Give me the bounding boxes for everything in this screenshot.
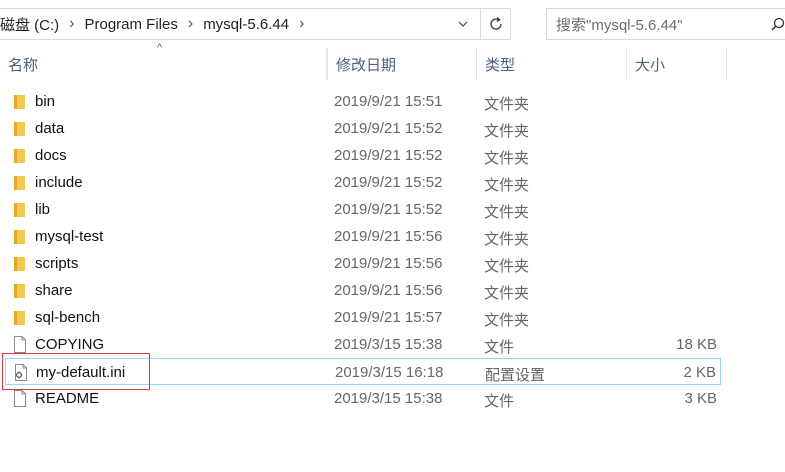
settings-file-icon: [14, 364, 28, 381]
folder-icon: [13, 201, 27, 218]
file-name: README: [35, 390, 100, 407]
file-modified-date: 2019/9/21 15:56: [334, 228, 443, 245]
folder-icon: [13, 255, 27, 272]
folder-icon: [13, 309, 27, 326]
file-row[interactable]: README 2019/3/15 15:38 文件 3 KB: [5, 385, 721, 412]
column-header-type[interactable]: 类型: [477, 48, 627, 80]
file-row[interactable]: include 2019/9/21 15:52 文件夹: [5, 169, 721, 196]
column-header-size[interactable]: 大小: [627, 48, 727, 80]
chevron-right-icon[interactable]: ›: [61, 15, 82, 33]
breadcrumb-program-files[interactable]: Program Files: [83, 16, 180, 33]
file-name: sql-bench: [35, 309, 101, 326]
chevron-right-icon[interactable]: ›: [180, 15, 201, 33]
file-type: 文件夹: [484, 312, 530, 329]
file-modified-date: 2019/3/15 16:18: [335, 364, 444, 381]
file-modified-date: 2019/9/21 15:51: [334, 93, 443, 110]
file-name: include: [35, 174, 83, 191]
file-name: data: [35, 120, 65, 137]
file-icon: [13, 336, 27, 353]
file-type: 文件夹: [484, 150, 530, 167]
file-modified-date: 2019/3/15 15:38: [334, 336, 443, 353]
breadcrumb-mysql[interactable]: mysql-5.6.44: [201, 16, 291, 33]
file-row[interactable]: mysql-test 2019/9/21 15:56 文件夹: [5, 223, 721, 250]
file-row[interactable]: sql-bench 2019/9/21 15:57 文件夹: [5, 304, 721, 331]
file-name: share: [35, 282, 73, 299]
folder-icon: [13, 228, 27, 245]
file-type: 文件夹: [484, 96, 530, 113]
chevron-down-icon[interactable]: [452, 9, 474, 39]
file-row[interactable]: bin 2019/9/21 15:51 文件夹: [5, 88, 721, 115]
file-name: COPYING: [35, 336, 105, 353]
file-type: 文件夹: [484, 285, 530, 302]
breadcrumb-drive[interactable]: 磁盘 (C:): [0, 14, 61, 35]
file-modified-date: 2019/9/21 15:52: [334, 174, 443, 191]
folder-icon: [13, 282, 27, 299]
file-type: 配置设置: [485, 367, 546, 384]
file-size: 3 KB: [684, 390, 717, 407]
file-type: 文件夹: [484, 258, 530, 275]
folder-icon: [13, 120, 27, 137]
file-modified-date: 2019/9/21 15:56: [334, 255, 443, 272]
search-icon[interactable]: [771, 17, 785, 35]
column-header-name[interactable]: 名称: [0, 48, 327, 80]
file-modified-date: 2019/9/21 15:52: [334, 201, 443, 218]
file-type: 文件: [484, 339, 515, 356]
file-size: 18 KB: [676, 336, 717, 353]
file-size: 2 KB: [683, 364, 716, 381]
file-modified-date: 2019/3/15 15:38: [334, 390, 443, 407]
file-row[interactable]: share 2019/9/21 15:56 文件夹: [5, 277, 721, 304]
file-row[interactable]: lib 2019/9/21 15:52 文件夹: [5, 196, 721, 223]
search-input[interactable]: 搜索"mysql-5.6.44": [546, 8, 785, 40]
file-modified-date: 2019/9/21 15:57: [334, 309, 443, 326]
refresh-icon[interactable]: [480, 9, 510, 39]
folder-icon: [13, 174, 27, 191]
file-name: mysql-test: [35, 228, 104, 245]
file-icon: [13, 390, 27, 407]
file-type: 文件: [484, 393, 515, 410]
folder-icon: [13, 93, 27, 110]
folder-icon: [13, 147, 27, 164]
file-row[interactable]: data 2019/9/21 15:52 文件夹: [5, 115, 721, 142]
file-modified-date: 2019/9/21 15:52: [334, 147, 443, 164]
chevron-right-icon[interactable]: ›: [291, 15, 312, 33]
file-name: my-default.ini: [36, 364, 126, 381]
file-modified-date: 2019/9/21 15:52: [334, 120, 443, 137]
file-type: 文件夹: [484, 231, 530, 248]
file-name: lib: [35, 201, 51, 218]
file-type: 文件夹: [484, 177, 530, 194]
file-row[interactable]: scripts 2019/9/21 15:56 文件夹: [5, 250, 721, 277]
file-modified-date: 2019/9/21 15:56: [334, 282, 443, 299]
file-row[interactable]: my-default.ini 2019/3/15 16:18 配置设置 2 KB: [5, 358, 721, 385]
search-placeholder: 搜索"mysql-5.6.44": [556, 16, 683, 34]
column-header-date[interactable]: 修改日期: [327, 48, 477, 80]
file-name: docs: [35, 147, 67, 164]
file-name: bin: [35, 93, 56, 110]
file-row[interactable]: docs 2019/9/21 15:52 文件夹: [5, 142, 721, 169]
address-bar[interactable]: 磁盘 (C:) › Program Files › mysql-5.6.44 ›: [0, 8, 511, 40]
file-row[interactable]: COPYING 2019/3/15 15:38 文件 18 KB: [5, 331, 721, 358]
file-type: 文件夹: [484, 204, 530, 221]
file-type: 文件夹: [484, 123, 530, 140]
file-name: scripts: [35, 255, 79, 272]
